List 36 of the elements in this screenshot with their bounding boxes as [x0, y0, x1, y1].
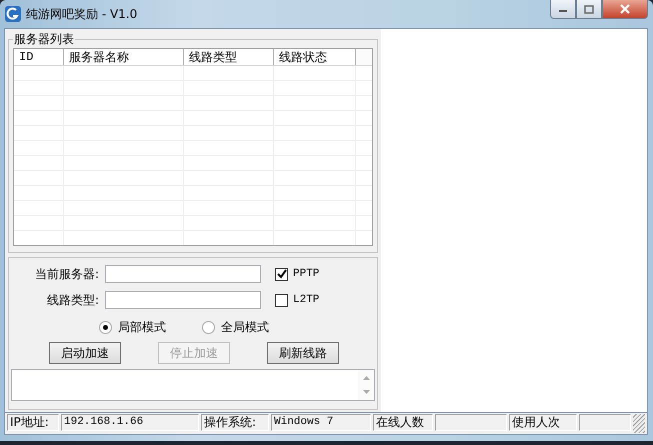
status-field [579, 414, 631, 431]
window-title: 纯游网吧奖励 - V1.0 [26, 6, 138, 22]
status-value: 192.168.1.66 [61, 414, 199, 431]
checkbox[interactable] [275, 268, 288, 280]
maximize-button[interactable] [576, 0, 602, 19]
input-field[interactable] [105, 291, 261, 309]
minimize-button[interactable] [550, 0, 576, 19]
field-label: 当前服务器: [34, 266, 99, 282]
status-field [435, 414, 507, 431]
close-icon [619, 4, 631, 14]
status-label: 使用人次 [509, 414, 577, 431]
radio-label: 全局模式 [221, 318, 269, 336]
resize-grip[interactable] [633, 414, 645, 433]
action-button[interactable]: 启动加速 [49, 342, 121, 364]
log-box[interactable] [11, 369, 375, 401]
scroll-up-icon[interactable] [362, 375, 370, 380]
app-logo-icon [5, 6, 21, 22]
radio-label: 局部模式 [118, 318, 166, 336]
checkbox-label: PPTP [293, 268, 320, 280]
status-label: IP地址: [7, 414, 59, 431]
field-label: 线路类型: [46, 292, 99, 308]
input-field[interactable] [105, 265, 261, 283]
status-value: Windows 7 [271, 414, 371, 431]
scrollbar[interactable] [358, 370, 374, 400]
scroll-down-icon[interactable] [362, 390, 370, 395]
radio-button[interactable] [202, 320, 215, 334]
close-button[interactable] [602, 0, 648, 19]
maximize-icon [584, 4, 594, 14]
server-table[interactable]: ID 服务器名称 线路类型 线路状态 [13, 48, 373, 246]
checkbox[interactable] [275, 294, 288, 306]
action-button[interactable]: 刷新线路 [267, 342, 339, 364]
status-label: 操作系统: [201, 414, 269, 431]
status-label: 在线人数 [373, 414, 433, 431]
checkbox-label: L2TP [293, 294, 320, 306]
group-title: 服务器列表 [13, 31, 75, 48]
radio-button[interactable] [99, 320, 112, 334]
